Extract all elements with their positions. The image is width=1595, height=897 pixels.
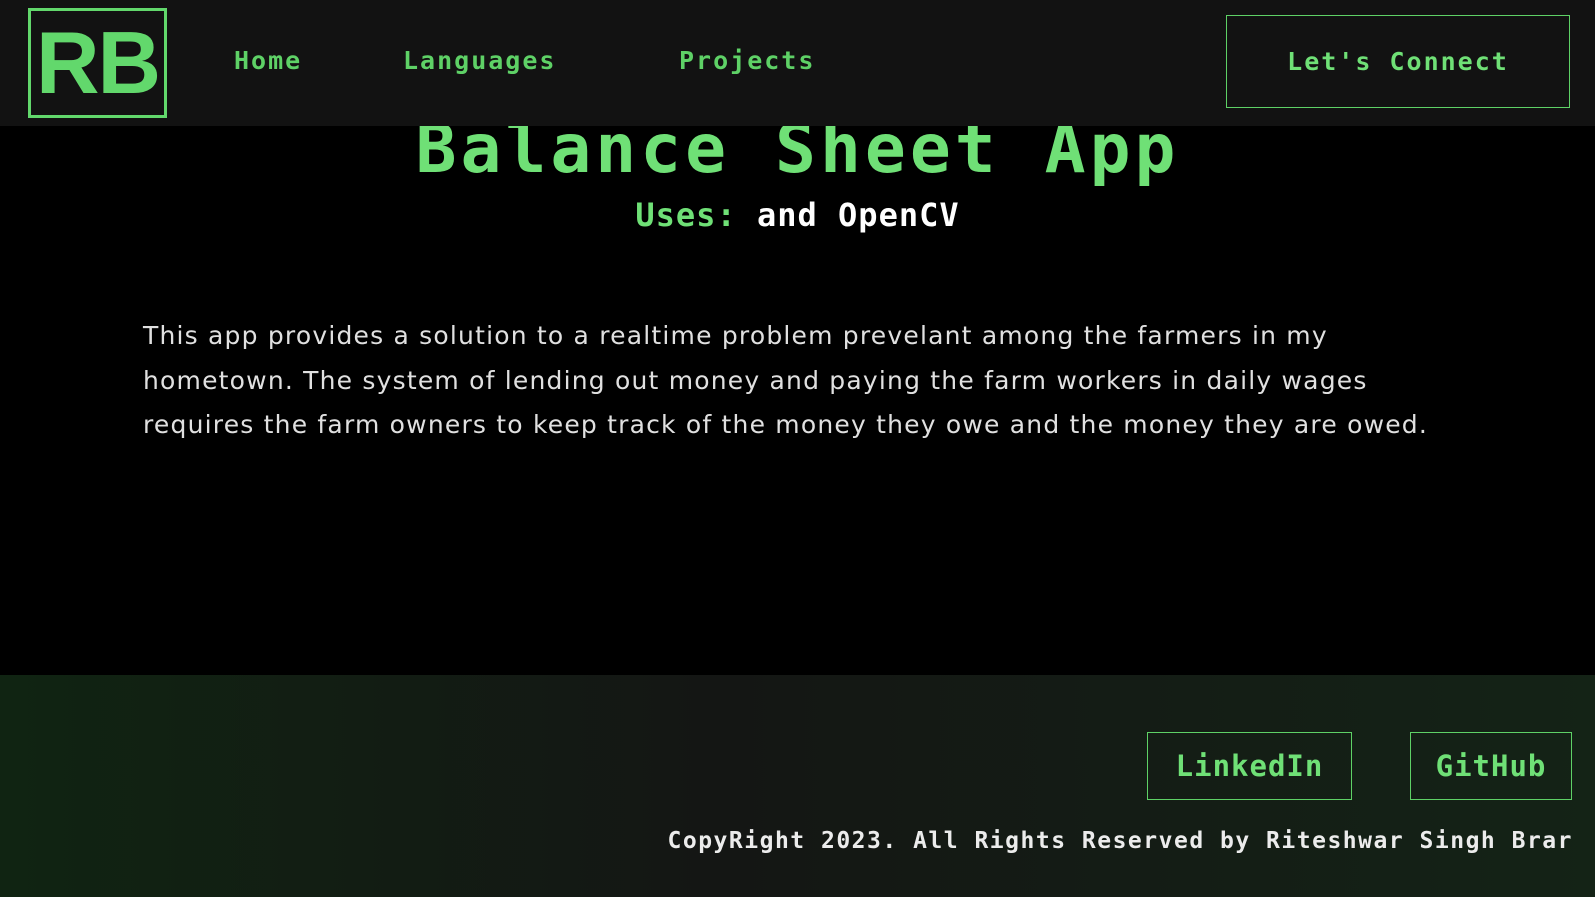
navbar: RB Home Languages Projects Let's Connect (0, 0, 1595, 126)
uses-label: Uses: (635, 196, 737, 234)
footer: LinkedIn GitHub CopyRight 2023. All Righ… (0, 675, 1595, 897)
uses-line: Uses: and OpenCV (0, 196, 1595, 234)
nav-projects-link[interactable]: Projects (679, 46, 815, 75)
nav-home-link[interactable]: Home (234, 46, 302, 75)
project-description: This app provides a solution to a realti… (143, 321, 1429, 439)
uses-value: and OpenCV (756, 196, 960, 234)
copyright-text: CopyRight 2023. All Rights Reserved by R… (667, 828, 1573, 854)
logo[interactable]: RB (28, 8, 167, 118)
nav-languages-link[interactable]: Languages (403, 46, 556, 75)
linkedin-button[interactable]: LinkedIn (1147, 732, 1352, 800)
github-button[interactable]: GitHub (1410, 732, 1572, 800)
lets-connect-button[interactable]: Let's Connect (1226, 15, 1570, 108)
